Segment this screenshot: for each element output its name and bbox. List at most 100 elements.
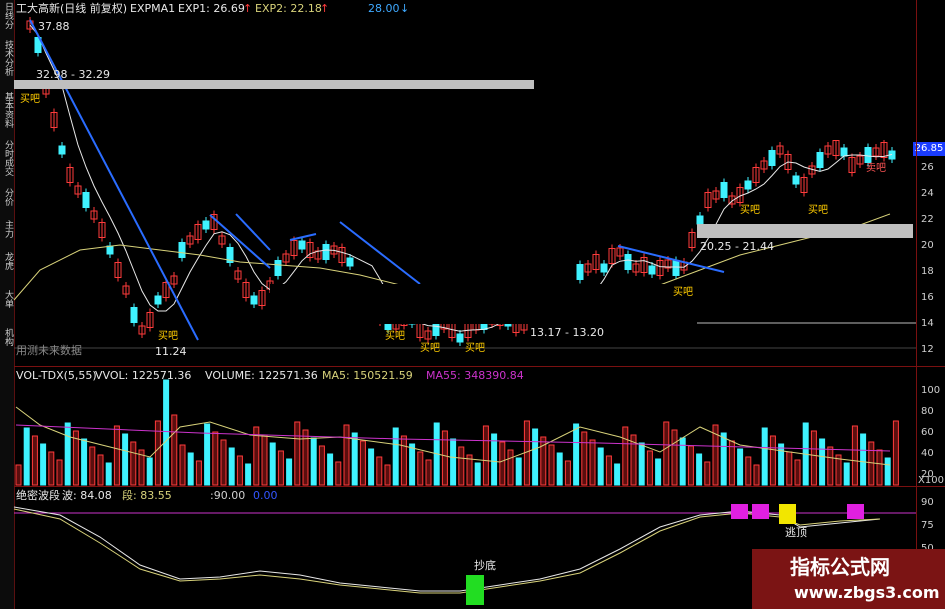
volume-bar [294,421,301,486]
volume-bar [737,448,744,486]
volume-bar [236,455,243,486]
volume-bar [868,441,875,486]
volume-bar [384,464,391,486]
volume-bar [351,432,358,486]
top-signal-marker-4 [847,504,864,519]
black-cover-top-right [534,0,945,140]
volume-bar [368,448,375,486]
volume-bar [56,459,63,486]
volume-bar [269,442,276,486]
volume-bar [113,425,120,486]
volume-bar [376,456,383,486]
volume-bar [786,451,793,486]
price-tick-2: 24 [921,188,934,199]
volume-bar [597,447,604,486]
candle-body [696,215,704,225]
top-signal-marker-3 [779,504,796,524]
buy-signal-2: 买吧 [158,331,178,342]
price-tick-6: 16 [921,292,934,303]
candle-body [456,333,464,343]
volume-bar [310,437,317,486]
volume-bar [671,429,678,486]
future-data-note: 用测未来数据 [16,344,82,357]
candle-body [648,265,656,275]
volume-bar [228,447,235,486]
volume-bar [638,442,645,486]
buy-signal-4: 买吧 [420,343,440,354]
candle-body [274,260,282,276]
volume-bar [892,420,899,486]
volume-bar [163,379,170,486]
watermark-url: www.zbgs3.com [794,583,940,602]
sell-signal-1: 卖吧 [866,163,886,174]
wave-line [13,506,881,592]
candle-body [864,147,872,163]
price-tick-8: 12 [921,344,934,355]
volume-bar [97,454,104,486]
volume-bar [318,445,325,486]
volume-bar [745,456,752,486]
volume-bar [819,438,826,486]
volume-bar [482,425,489,486]
price-tick-7: 14 [921,318,934,329]
volume-bar [794,459,801,486]
watermark-title: 指标公式网 [790,555,890,579]
band2-label: 20.25 - 21.44 [700,240,774,253]
buy-signal-8: 买吧 [673,287,693,298]
top-signal-label: 逃顶 [785,526,807,539]
black-cover-middle [270,284,673,324]
volume-bar [335,461,342,486]
volume-bar [564,460,571,486]
volume-bar [860,433,867,486]
current-price-tag: 26.85 [913,142,945,156]
volume-bar [89,446,96,486]
volume-bar [409,443,416,486]
candle-body [58,145,66,155]
volume-bar [441,430,448,486]
candle-body [346,257,354,267]
volume-bar [728,440,735,486]
volume-bar [400,435,407,486]
candle-body [82,192,90,208]
candle-body [106,245,114,255]
buy-signal-6: 买吧 [740,205,760,216]
price-tick-1: 26 [921,162,934,173]
segment-line [13,508,881,594]
volume-bar [655,458,662,486]
volume-bar [646,450,653,486]
candle-body [792,175,800,185]
candle-body [576,264,584,280]
volume-bar [851,425,858,486]
volume-bar [171,414,178,486]
volume-chart[interactable] [0,367,945,487]
volume-bar [327,453,334,486]
candle-body [298,240,306,250]
candle-body [768,150,776,166]
volume-bar [499,441,506,486]
volume-bar [769,435,776,486]
price-tick-5: 18 [921,266,934,277]
candle-body [720,182,728,198]
volume-bar [548,444,555,486]
volume-bar [187,452,194,486]
volume-bar [392,427,399,486]
candle-body [600,263,608,273]
buy-signal-5: 买吧 [465,343,485,354]
volume-bar [491,433,498,486]
volume-bar [343,424,350,486]
low-price-label: 11.24 [155,345,187,358]
volume-bar [843,462,850,486]
volume-bar [696,453,703,486]
top-signal-marker-2 [752,504,769,519]
volume-bar [458,446,465,486]
volume-bar [507,449,514,486]
volume-bar [605,455,612,486]
top-signal-marker-1 [731,504,748,519]
volume-bar [720,432,727,486]
volume-bar [761,427,768,486]
volume-bar [581,431,588,486]
volume-bar [425,459,432,486]
volume-bar [589,439,596,486]
volume-bar [573,423,580,486]
buy-signal-7: 买吧 [808,205,828,216]
